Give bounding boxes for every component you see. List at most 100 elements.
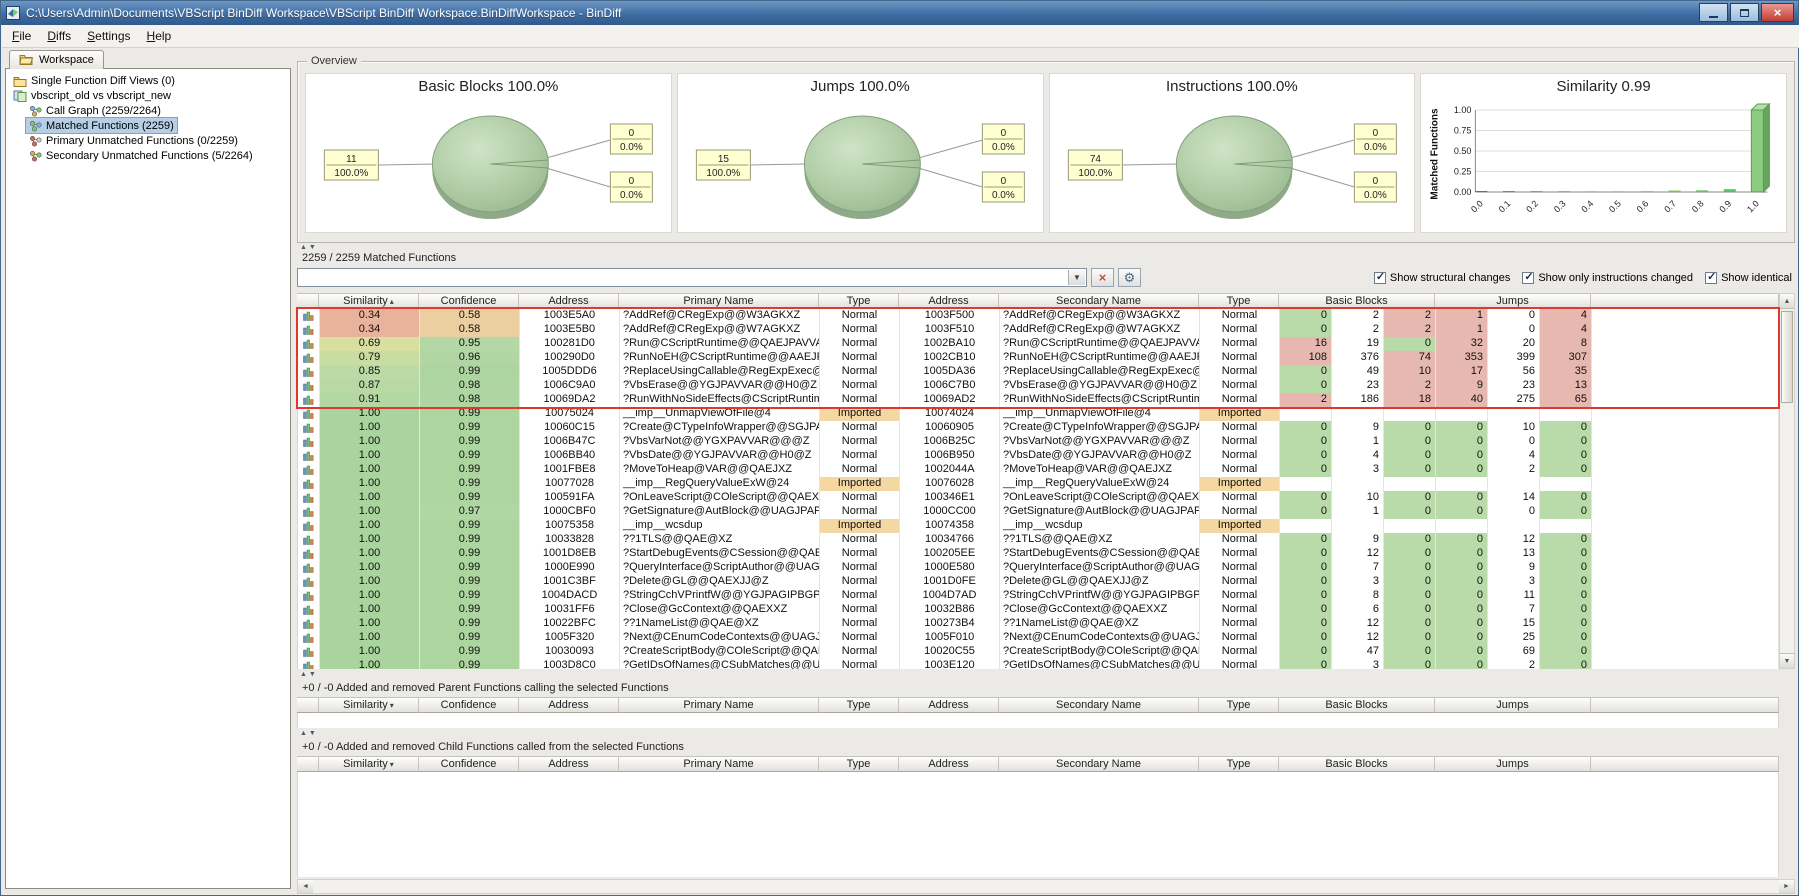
- parents-table-body[interactable]: [297, 713, 1779, 728]
- column-header-type[interactable]: Type: [1199, 293, 1279, 309]
- matched-function-row[interactable]: 1.00 0.99 1003D8C0 ?GetIDsOfNames@CSubMatch…: [298, 659, 1779, 669]
- column-header-type[interactable]: Type: [819, 293, 899, 309]
- scroll-down-icon[interactable]: ▼: [1780, 653, 1794, 668]
- column-header-primary-name[interactable]: Primary Name: [619, 756, 819, 772]
- column-header-spacer[interactable]: [297, 697, 319, 713]
- tree-item-secondary-unmatched-functions-5-2264[interactable]: Secondary Unmatched Functions (5/2264): [6, 148, 290, 163]
- matched-table-scrollbar[interactable]: ▲ ▼: [1779, 293, 1795, 669]
- matched-function-row[interactable]: 1.00 0.99 1006B47C ?VbsVarNot@@YGXPAVVAR@@@…: [298, 435, 1779, 449]
- column-header-primary-name[interactable]: Primary Name: [619, 293, 819, 309]
- matched-function-row[interactable]: 0.85 0.99 1005DDD6 ?ReplaceUsingCallable@Re…: [298, 365, 1779, 379]
- matched-function-row[interactable]: 1.00 0.99 1001C3BF ?Delete@GL@@QAEXJJ@Z Norm…: [298, 575, 1779, 589]
- column-header-secondary-name[interactable]: Secondary Name: [999, 697, 1199, 713]
- matched-function-row[interactable]: 0.69 0.95 100281D0 ?Run@CScriptRuntime@@QAE…: [298, 337, 1779, 351]
- column-header-type[interactable]: Type: [819, 697, 899, 713]
- checkbox-show-structural-changes[interactable]: ✓ Show structural changes: [1373, 271, 1510, 284]
- matched-function-row[interactable]: 0.87 0.98 1006C9A0 ?VbsErase@@YGJPAVVAR@@H0…: [298, 379, 1779, 393]
- column-header-type[interactable]: Type: [1199, 756, 1279, 772]
- matched-function-row[interactable]: 1.00 0.99 10075024 __imp__UnmapViewOfFile@4…: [298, 407, 1779, 421]
- matched-function-row[interactable]: 1.00 0.97 1000CBF0 ?GetSignature@AutBlock@@…: [298, 505, 1779, 519]
- chevron-down-icon[interactable]: ▼: [1068, 270, 1085, 285]
- column-header-similarity[interactable]: Similarity ▴: [319, 293, 419, 309]
- matched-function-row[interactable]: 1.00 0.99 1000E990 ?QueryInterface@ScriptAu…: [298, 561, 1779, 575]
- column-header-address[interactable]: Address: [519, 756, 619, 772]
- column-header-spacer[interactable]: [1591, 756, 1779, 772]
- matched-function-row[interactable]: 0.91 0.98 10069DA2 ?RunWithNoSideEffects@CS…: [298, 393, 1779, 407]
- scroll-up-icon[interactable]: ▲: [1780, 294, 1794, 309]
- children-table-body[interactable]: [297, 772, 1779, 877]
- column-header-address[interactable]: Address: [519, 697, 619, 713]
- matched-function-row[interactable]: 1.00 0.99 1001D8EB ?StartDebugEvents@CSessi…: [298, 547, 1779, 561]
- column-header-jumps[interactable]: Jumps: [1435, 697, 1591, 713]
- menu-settings[interactable]: Settings: [79, 26, 138, 46]
- column-header-confidence[interactable]: Confidence: [419, 697, 519, 713]
- column-header-confidence[interactable]: Confidence: [419, 293, 519, 309]
- column-header-confidence[interactable]: Confidence: [419, 756, 519, 772]
- matched-function-row[interactable]: 1.00 0.99 10075358 __imp__wcsdup Imported 100…: [298, 519, 1779, 533]
- matched-function-row[interactable]: 1.00 0.99 1006BB40 ?VbsDate@@YGJPAVVAR@@H0@…: [298, 449, 1779, 463]
- svg-text:0.8: 0.8: [1690, 198, 1706, 214]
- maximize-button[interactable]: [1730, 3, 1759, 22]
- scroll-right-icon[interactable]: ►: [1779, 880, 1794, 893]
- tree-item-call-graph-2259-2264[interactable]: Call Graph (2259/2264): [6, 103, 290, 118]
- settings-button[interactable]: ⚙: [1118, 268, 1141, 287]
- column-header-secondary-name[interactable]: Secondary Name: [999, 293, 1199, 309]
- splitter-parents[interactable]: ▲▼: [300, 671, 318, 678]
- matched-function-row[interactable]: 1.00 0.99 10033828 ??1TLS@@QAE@XZ Normal 1003…: [298, 533, 1779, 547]
- column-header-address[interactable]: Address: [899, 293, 999, 309]
- splitter-children[interactable]: ▲▼: [300, 730, 318, 737]
- basic-blocks-cell: 0: [1280, 617, 1332, 631]
- tree-item-matched-functions-2259[interactable]: Matched Functions (2259): [6, 117, 290, 134]
- minimize-button[interactable]: [1699, 3, 1728, 22]
- column-header-jumps[interactable]: Jumps: [1435, 756, 1591, 772]
- column-header-type[interactable]: Type: [819, 756, 899, 772]
- matched-function-row[interactable]: 1.00 0.99 10031FF6 ?Close@GcContext@@QAEXXZ…: [298, 603, 1779, 617]
- matched-function-row[interactable]: 1.00 0.99 10060C15 ?Create@CTypeInfoWrapper…: [298, 421, 1779, 435]
- matched-function-row[interactable]: 1.00 0.99 10077028 __imp__RegQueryValueExW@…: [298, 477, 1779, 491]
- column-header-address[interactable]: Address: [899, 697, 999, 713]
- scrollbar-thumb[interactable]: [1781, 311, 1793, 403]
- column-header-spacer[interactable]: [1591, 697, 1779, 713]
- matched-function-row[interactable]: 0.79 0.96 100290D0 ?RunNoEH@CScriptRuntime@…: [298, 351, 1779, 365]
- menu-file[interactable]: File: [4, 26, 39, 46]
- matched-function-row[interactable]: 0.34 0.58 1003E5B0 ?AddRef@CRegExp@@W7AGKXZ…: [298, 323, 1779, 337]
- matched-function-row[interactable]: 1.00 0.99 1001FBE8 ?MoveToHeap@VAR@@QAEJXZ N…: [298, 463, 1779, 477]
- jumps-cell: [1488, 477, 1540, 491]
- menu-help[interactable]: Help: [139, 26, 180, 46]
- menu-diffs[interactable]: Diffs: [39, 26, 79, 46]
- column-header-spacer[interactable]: [297, 756, 319, 772]
- tree-item-primary-unmatched-functions-0-2259[interactable]: Primary Unmatched Functions (0/2259): [6, 133, 290, 148]
- matched-function-row[interactable]: 1.00 0.99 100591FA ?OnLeaveScript@COleScrip…: [298, 491, 1779, 505]
- titlebar[interactable]: C:\Users\Admin\Documents\VBScript BinDif…: [1, 1, 1798, 25]
- matched-function-row[interactable]: 0.34 0.58 1003E5A0 ?AddRef@CRegExp@@W3AGKXZ…: [298, 309, 1779, 323]
- tab-workspace[interactable]: Workspace: [9, 50, 104, 69]
- matched-function-row[interactable]: 1.00 0.99 1005F320 ?Next@CEnumCodeContexts@…: [298, 631, 1779, 645]
- column-header-basic-blocks[interactable]: Basic Blocks: [1279, 756, 1435, 772]
- column-header-jumps[interactable]: Jumps: [1435, 293, 1591, 309]
- close-button[interactable]: ×: [1761, 3, 1794, 22]
- column-header-basic-blocks[interactable]: Basic Blocks: [1279, 293, 1435, 309]
- filter-combobox[interactable]: ▼: [297, 268, 1087, 287]
- column-header-address[interactable]: Address: [899, 756, 999, 772]
- column-header-basic-blocks[interactable]: Basic Blocks: [1279, 697, 1435, 713]
- column-header-similarity[interactable]: Similarity ▾: [319, 756, 419, 772]
- tree-item-single-function-diff-views-0[interactable]: Single Function Diff Views (0): [6, 73, 290, 88]
- tree-item-vbscript-old-vs-vbscript-new[interactable]: vbscript_old vs vbscript_new: [6, 88, 290, 103]
- column-header-type[interactable]: Type: [1199, 697, 1279, 713]
- column-header-spacer[interactable]: [297, 293, 319, 309]
- column-header-secondary-name[interactable]: Secondary Name: [999, 756, 1199, 772]
- clear-filter-button[interactable]: ×: [1091, 268, 1114, 287]
- column-header-address[interactable]: Address: [519, 293, 619, 309]
- checkbox-show-only-instructions-changed[interactable]: ✓ Show only instructions changed: [1522, 271, 1693, 284]
- matched-function-row[interactable]: 1.00 0.99 10030093 ?CreateScriptBody@COleSc…: [298, 645, 1779, 659]
- checkbox-show-identical[interactable]: ✓ Show identical: [1705, 271, 1792, 284]
- matched-function-row[interactable]: 1.00 0.99 1004DACD ?StringCchVPrintfW@@YGJP…: [298, 589, 1779, 603]
- column-header-primary-name[interactable]: Primary Name: [619, 697, 819, 713]
- column-header-spacer[interactable]: [1591, 293, 1779, 309]
- similarity-cell: 1.00: [320, 477, 420, 491]
- matched-function-row[interactable]: 1.00 0.99 10022BFC ??1NameList@@QAE@XZ Norma…: [298, 617, 1779, 631]
- horizontal-scrollbar[interactable]: ◄ ►: [297, 879, 1795, 894]
- column-header-similarity[interactable]: Similarity ▾: [319, 697, 419, 713]
- scroll-left-icon[interactable]: ◄: [298, 880, 313, 893]
- splitter-overview[interactable]: ▲▼: [300, 244, 318, 251]
